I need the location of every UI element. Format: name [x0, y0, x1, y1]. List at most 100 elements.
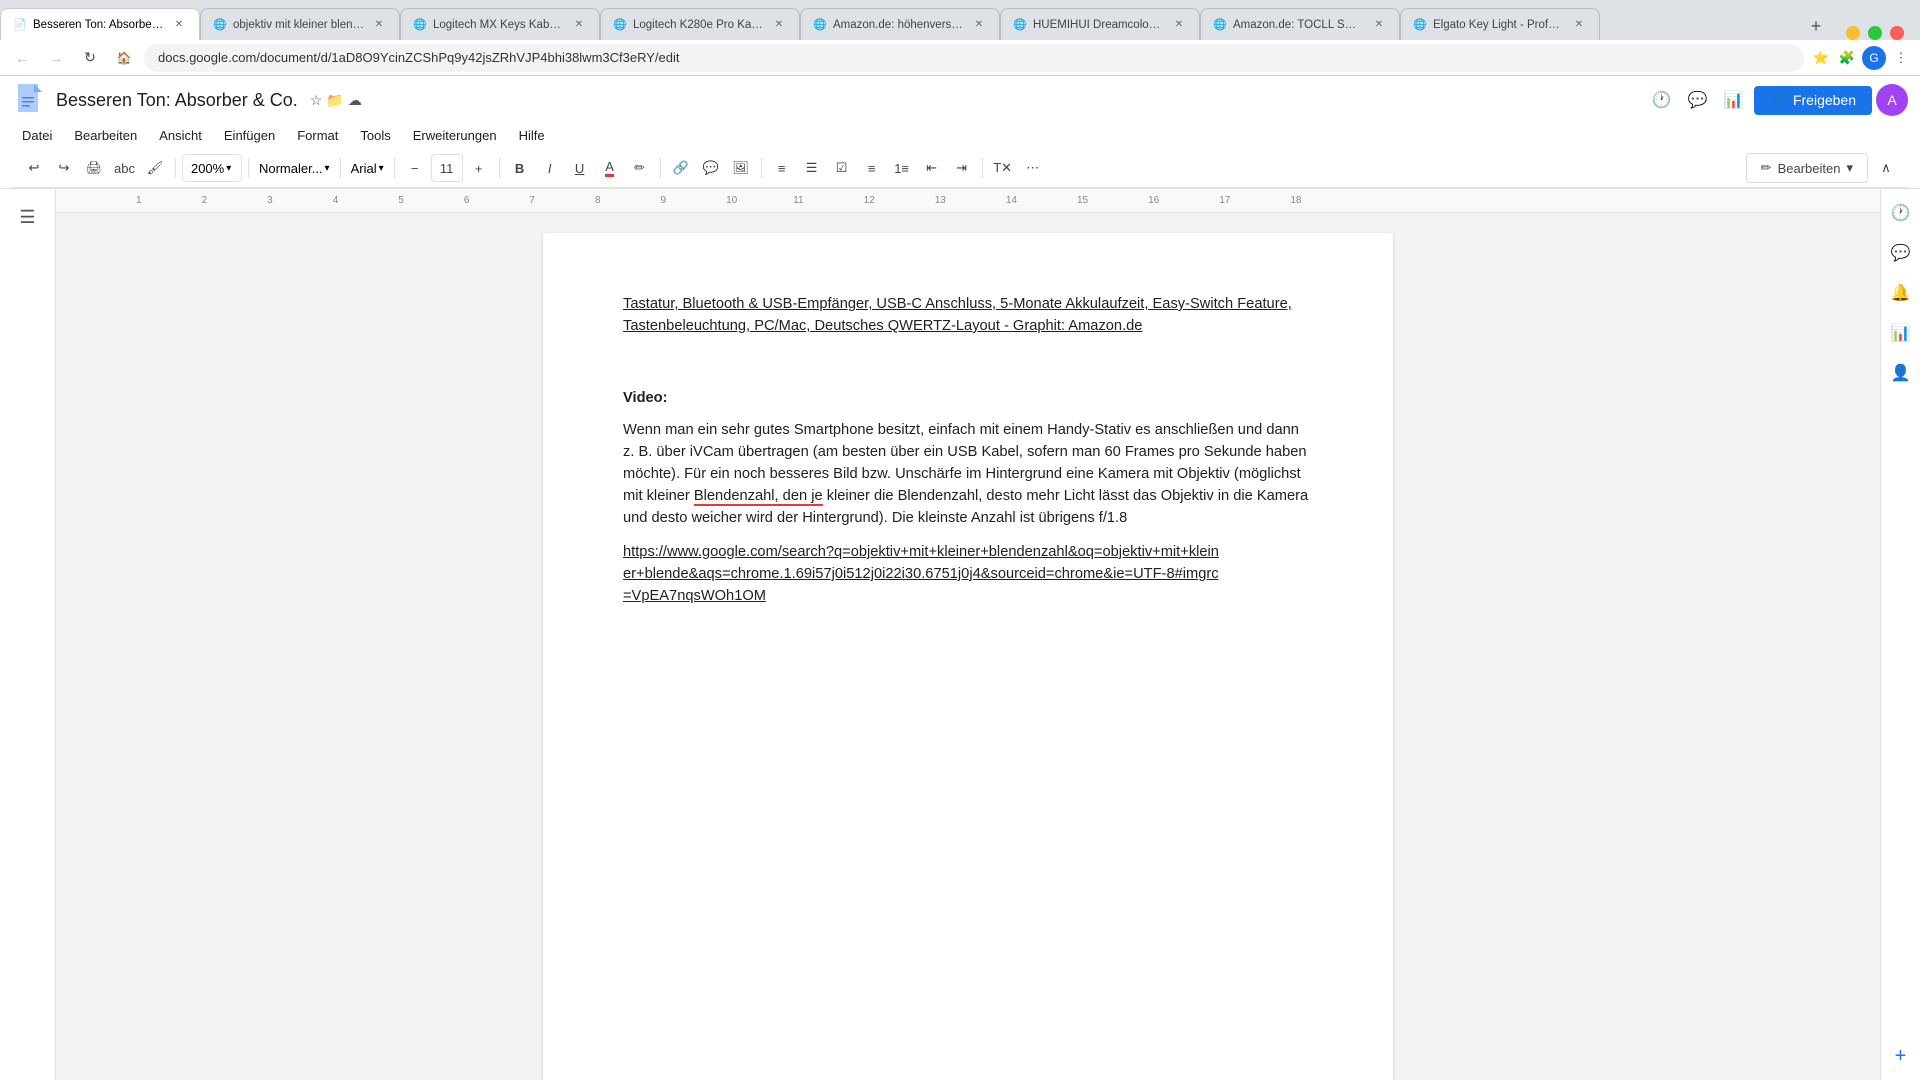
menu-tools[interactable]: Tools: [350, 124, 400, 147]
extension-icon[interactable]: 🧩: [1836, 47, 1858, 69]
separator-5: [499, 158, 500, 178]
checklist-button[interactable]: ☑: [828, 154, 856, 182]
minimize-button[interactable]: [1846, 26, 1860, 40]
home-button[interactable]: 🏠: [110, 44, 138, 72]
right-notification-icon[interactable]: 🔔: [1885, 277, 1917, 309]
tab-label: Logitech MX Keys Kabel...: [433, 19, 565, 31]
maximize-button[interactable]: [1868, 26, 1882, 40]
new-tab-button[interactable]: +: [1802, 12, 1830, 40]
tab-close-button[interactable]: ✕: [1171, 17, 1187, 33]
back-button[interactable]: ←: [8, 44, 36, 72]
tab-close-button[interactable]: ✕: [171, 17, 187, 33]
separator-7: [761, 158, 762, 178]
toolbar: ↩ ↪ 🖨 abc 🖌 200% ▾ Normaler... ▾ Arial ▾…: [12, 149, 1908, 188]
tab-favicon: 🌐: [1013, 18, 1027, 32]
right-add-icon[interactable]: +: [1885, 1040, 1917, 1072]
font-size-increase-button[interactable]: +: [465, 154, 493, 182]
tab-close-button[interactable]: ✕: [771, 17, 787, 33]
browser-toolbar-icons: ⭐ 🧩 G ⋮: [1810, 46, 1912, 70]
profile-icon[interactable]: G: [1862, 46, 1886, 70]
numbered-list-button[interactable]: 1≡: [888, 154, 916, 182]
font-select[interactable]: Arial ▾: [347, 154, 388, 182]
share-person-icon: 👤: [1770, 92, 1787, 109]
tab-label: Amazon.de: höhenverstell...: [833, 19, 965, 31]
address-input[interactable]: [144, 44, 1804, 72]
outline-icon[interactable]: ☰: [8, 197, 48, 237]
tab-close-button[interactable]: ✕: [1571, 17, 1587, 33]
menu-einfuegen[interactable]: Einfügen: [214, 124, 285, 147]
clear-formatting-button[interactable]: T✕: [989, 154, 1017, 182]
paint-format-button[interactable]: 🖌: [141, 154, 169, 182]
cloud-icon[interactable]: ☁: [348, 92, 362, 109]
tab-favicon: 🌐: [213, 18, 227, 32]
docs-header: Besseren Ton: Absorber & Co. ☆ 📁 ☁ 🕐 💬 📊…: [0, 76, 1920, 189]
folder-icon[interactable]: 📁: [326, 92, 343, 109]
right-history-icon[interactable]: 🕐: [1885, 197, 1917, 229]
menu-datei[interactable]: Datei: [12, 124, 62, 147]
close-button[interactable]: [1890, 26, 1904, 40]
tab-tab4[interactable]: 🌐Logitech K280e Pro Kabe...✕: [600, 8, 800, 40]
document-page: Tastatur, Bluetooth & USB-Empfänger, USB…: [543, 233, 1393, 1080]
tab-tab3[interactable]: 🌐Logitech MX Keys Kabel...✕: [400, 8, 600, 40]
indent-less-button[interactable]: ⇤: [918, 154, 946, 182]
bookmark-icon[interactable]: ⭐: [1810, 47, 1832, 69]
tab-close-button[interactable]: ✕: [971, 17, 987, 33]
tab-tab2[interactable]: 🌐 objektiv mit kleiner blend... ✕: [200, 8, 400, 40]
comment-button[interactable]: 💬: [697, 154, 725, 182]
font-size-decrease-button[interactable]: −: [401, 154, 429, 182]
tab-tab1[interactable]: 📄Besseren Ton: Absorber & ...✕: [0, 8, 200, 40]
paragraph-style-select[interactable]: Normaler... ▾: [255, 154, 334, 182]
settings-icon[interactable]: ⋮: [1890, 47, 1912, 69]
spelling-button[interactable]: abc: [110, 154, 139, 182]
menu-erweiterungen[interactable]: Erweiterungen: [403, 124, 507, 147]
print-button[interactable]: 🖨: [80, 154, 108, 182]
tab-label: objektiv mit kleiner blend...: [233, 19, 365, 31]
comments-icon[interactable]: 💬: [1682, 84, 1714, 116]
address-bar-row: ← → ↻ 🏠 ⭐ 🧩 G ⋮: [0, 40, 1920, 76]
indent-more-button[interactable]: ⇥: [948, 154, 976, 182]
tab-label: Amazon.de: TOCLL Smart...: [1233, 19, 1365, 31]
highlight-button[interactable]: ✏: [626, 154, 654, 182]
right-person-icon[interactable]: 👤: [1885, 357, 1917, 389]
italic-button[interactable]: I: [536, 154, 564, 182]
line-spacing-button[interactable]: ☰: [798, 154, 826, 182]
menu-hilfe[interactable]: Hilfe: [509, 124, 555, 147]
forward-button[interactable]: →: [42, 44, 70, 72]
bold-button[interactable]: B: [506, 154, 534, 182]
tab-tab7[interactable]: 🌐Amazon.de: TOCLL Smart...✕: [1200, 8, 1400, 40]
menu-ansicht[interactable]: Ansicht: [149, 124, 212, 147]
document-title[interactable]: Besseren Ton: Absorber & Co.: [56, 90, 298, 111]
tab-tab5[interactable]: 🌐Amazon.de: höhenverstell...✕: [800, 8, 1000, 40]
bullet-list-button[interactable]: ≡: [858, 154, 886, 182]
font-size-input[interactable]: 11: [431, 154, 463, 182]
tab-tab8[interactable]: 🌐Elgato Key Light - Profes...✕: [1400, 8, 1600, 40]
image-button[interactable]: 🖼: [727, 154, 755, 182]
tab-close-button[interactable]: ✕: [1371, 17, 1387, 33]
right-comments-icon[interactable]: 💬: [1885, 237, 1917, 269]
share-button[interactable]: 👤 Freigeben: [1754, 86, 1872, 115]
amazon-link[interactable]: Tastatur, Bluetooth & USB-Empfänger, USB…: [623, 296, 1292, 334]
docs-logo: [12, 82, 48, 118]
collapse-toolbar-button[interactable]: ∧: [1872, 154, 1900, 182]
zoom-select[interactable]: 200% ▾: [182, 154, 242, 182]
video-search-link[interactable]: https://www.google.com/search?q=objektiv…: [623, 544, 1219, 604]
tab-close-button[interactable]: ✕: [571, 17, 587, 33]
tab-tab6[interactable]: 🌐HUEMIHUI Dreamcolour ...✕: [1000, 8, 1200, 40]
right-chart-icon[interactable]: 📊: [1885, 317, 1917, 349]
align-button[interactable]: ≡: [768, 154, 796, 182]
star-icon[interactable]: ☆: [310, 92, 323, 109]
bearbeiten-button[interactable]: ✏ Bearbeiten ▾: [1746, 153, 1868, 183]
history-icon[interactable]: 🕐: [1646, 84, 1678, 116]
undo-button[interactable]: ↩: [20, 154, 48, 182]
text-color-button[interactable]: A: [596, 154, 624, 182]
reload-button[interactable]: ↻: [76, 44, 104, 72]
user-avatar[interactable]: A: [1876, 84, 1908, 116]
link-button[interactable]: 🔗: [667, 154, 695, 182]
redo-button[interactable]: ↪: [50, 154, 78, 182]
tab-close-button[interactable]: ✕: [371, 17, 387, 33]
menu-format[interactable]: Format: [287, 124, 348, 147]
underline-button[interactable]: U: [566, 154, 594, 182]
more-options-button[interactable]: ⋯: [1019, 154, 1047, 182]
presentation-icon[interactable]: 📊: [1718, 84, 1750, 116]
menu-bearbeiten[interactable]: Bearbeiten: [64, 124, 147, 147]
